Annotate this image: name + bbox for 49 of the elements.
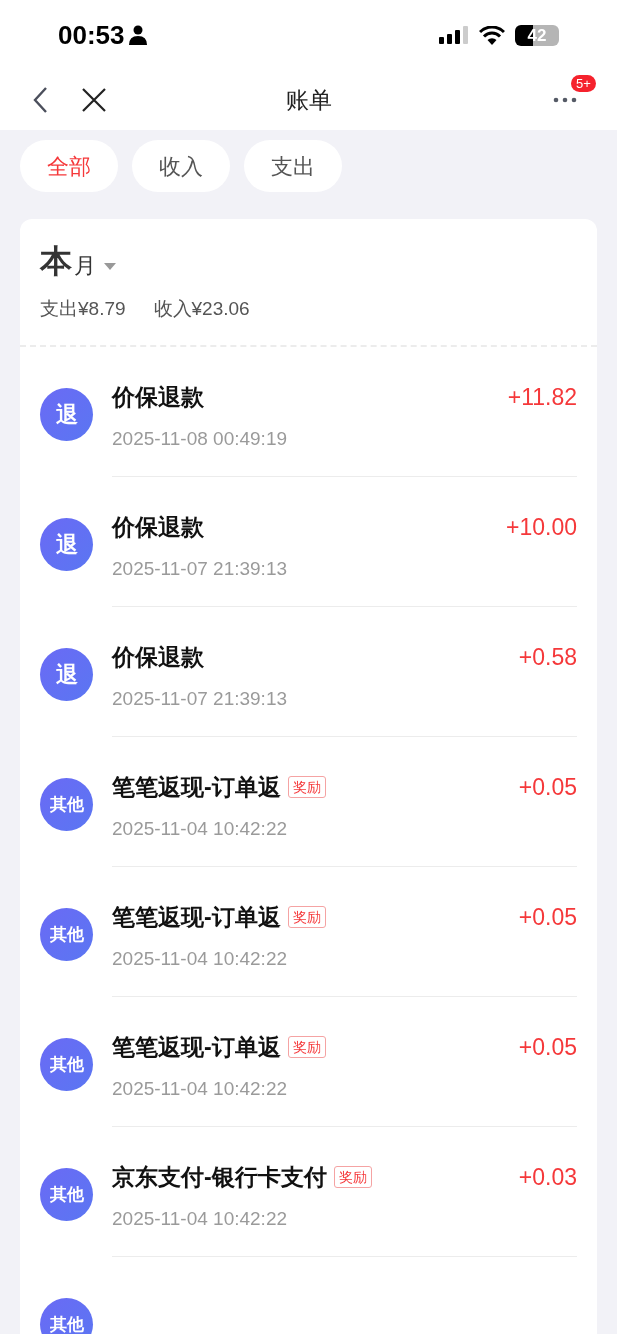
reward-tag: 奖励	[287, 906, 326, 929]
more-icon[interactable]	[553, 97, 577, 103]
back-icon[interactable]	[32, 86, 48, 114]
category-avatar: 退	[40, 518, 93, 571]
category-avatar: 其他	[40, 778, 93, 831]
close-icon[interactable]	[82, 88, 106, 112]
expense-total: 支出¥8.79	[40, 297, 126, 321]
record-amount: +0.05	[518, 773, 577, 802]
record-title: 价保退款	[112, 383, 204, 412]
record-amount: +11.82	[507, 383, 577, 412]
record-amount: +0.05	[518, 1033, 577, 1062]
income-total: 收入¥23.06	[153, 297, 250, 321]
filter-tab[interactable]: 收入	[132, 140, 230, 192]
record-amount: +10.00	[506, 513, 577, 542]
clock-time: 00:53	[58, 18, 125, 52]
category-avatar: 其他	[40, 1298, 93, 1334]
period-selector[interactable]: 本月	[40, 245, 577, 277]
filter-tab[interactable]: 支出	[244, 140, 342, 192]
category-avatar: 其他	[40, 1168, 93, 1221]
notification-badge: 5+	[571, 75, 596, 92]
wifi-icon	[479, 25, 505, 45]
record-date: 2025-11-04 10:42:22	[112, 816, 289, 841]
category-avatar: 其他	[40, 908, 93, 961]
record-title: 价保退款	[112, 513, 204, 542]
record-date: 2025-11-07 21:39:13	[112, 686, 289, 711]
record-title: 笔笔返现-订单返	[112, 903, 281, 932]
person-icon	[128, 25, 147, 45]
record-date: 2025-11-04 10:42:22	[112, 946, 289, 971]
record-amount: +0.05	[518, 903, 577, 932]
category-avatar: 退	[40, 388, 93, 441]
category-avatar: 退	[40, 648, 93, 701]
record-title: 京东支付-银行卡支付	[112, 1163, 327, 1192]
record-title: 价保退款	[112, 643, 204, 672]
record-date: 2025-11-04 10:42:22	[112, 1206, 289, 1231]
record-title: 笔笔返现-订单返	[112, 1033, 281, 1062]
record-date: 2025-11-04 10:42:22	[112, 1076, 289, 1101]
record-amount: +0.03	[518, 1163, 577, 1192]
record-date: 2025-11-08 00:49:19	[112, 426, 289, 451]
signal-icon	[439, 26, 469, 44]
reward-tag: 奖励	[287, 776, 326, 799]
reward-tag: 奖励	[333, 1166, 372, 1189]
record-title: 笔笔返现-订单返	[112, 773, 281, 802]
page-title: 账单	[285, 85, 332, 115]
record-date: 2025-11-07 21:39:13	[112, 556, 289, 581]
category-avatar: 其他	[40, 1038, 93, 1091]
dropdown-caret-icon	[104, 263, 116, 270]
record-amount: +0.58	[518, 643, 577, 672]
filter-tab[interactable]: 全部	[20, 140, 118, 192]
reward-tag: 奖励	[287, 1036, 326, 1059]
